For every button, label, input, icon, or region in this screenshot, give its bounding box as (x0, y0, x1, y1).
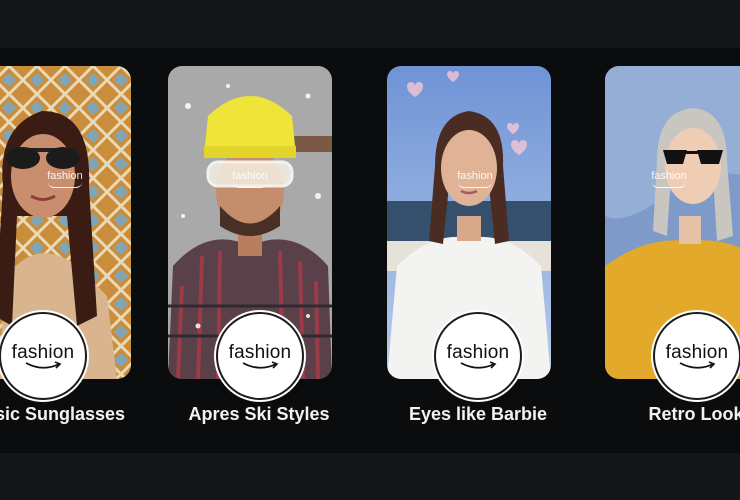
amazon-smile-icon (25, 360, 62, 369)
fashion-watermark: fashion (393, 170, 551, 188)
filter-label-eyes-like-barbie: Eyes like Barbie (408, 404, 548, 424)
filter-label-retro-look: Retro Look (648, 404, 740, 424)
filter-label-classic-sunglasses: sic Sunglasses (0, 404, 126, 424)
filter-label-apres-ski: Apres Ski Styles (188, 404, 330, 424)
fashion-badge-classic-sunglasses[interactable]: fashion (0, 312, 87, 400)
fashion-watermark: fashion (168, 170, 332, 188)
fashion-badge-apres-ski[interactable]: fashion (216, 312, 304, 400)
fashion-badge-retro-look[interactable]: fashion (653, 312, 740, 400)
amazon-smile-icon (679, 360, 716, 369)
fashion-badge-eyes-like-barbie[interactable]: fashion (434, 312, 522, 400)
amazon-smile-icon (460, 360, 497, 369)
amazon-smile-icon (242, 360, 279, 369)
fashion-watermark: fashion (0, 170, 131, 188)
fashion-watermark: fashion (605, 170, 740, 188)
